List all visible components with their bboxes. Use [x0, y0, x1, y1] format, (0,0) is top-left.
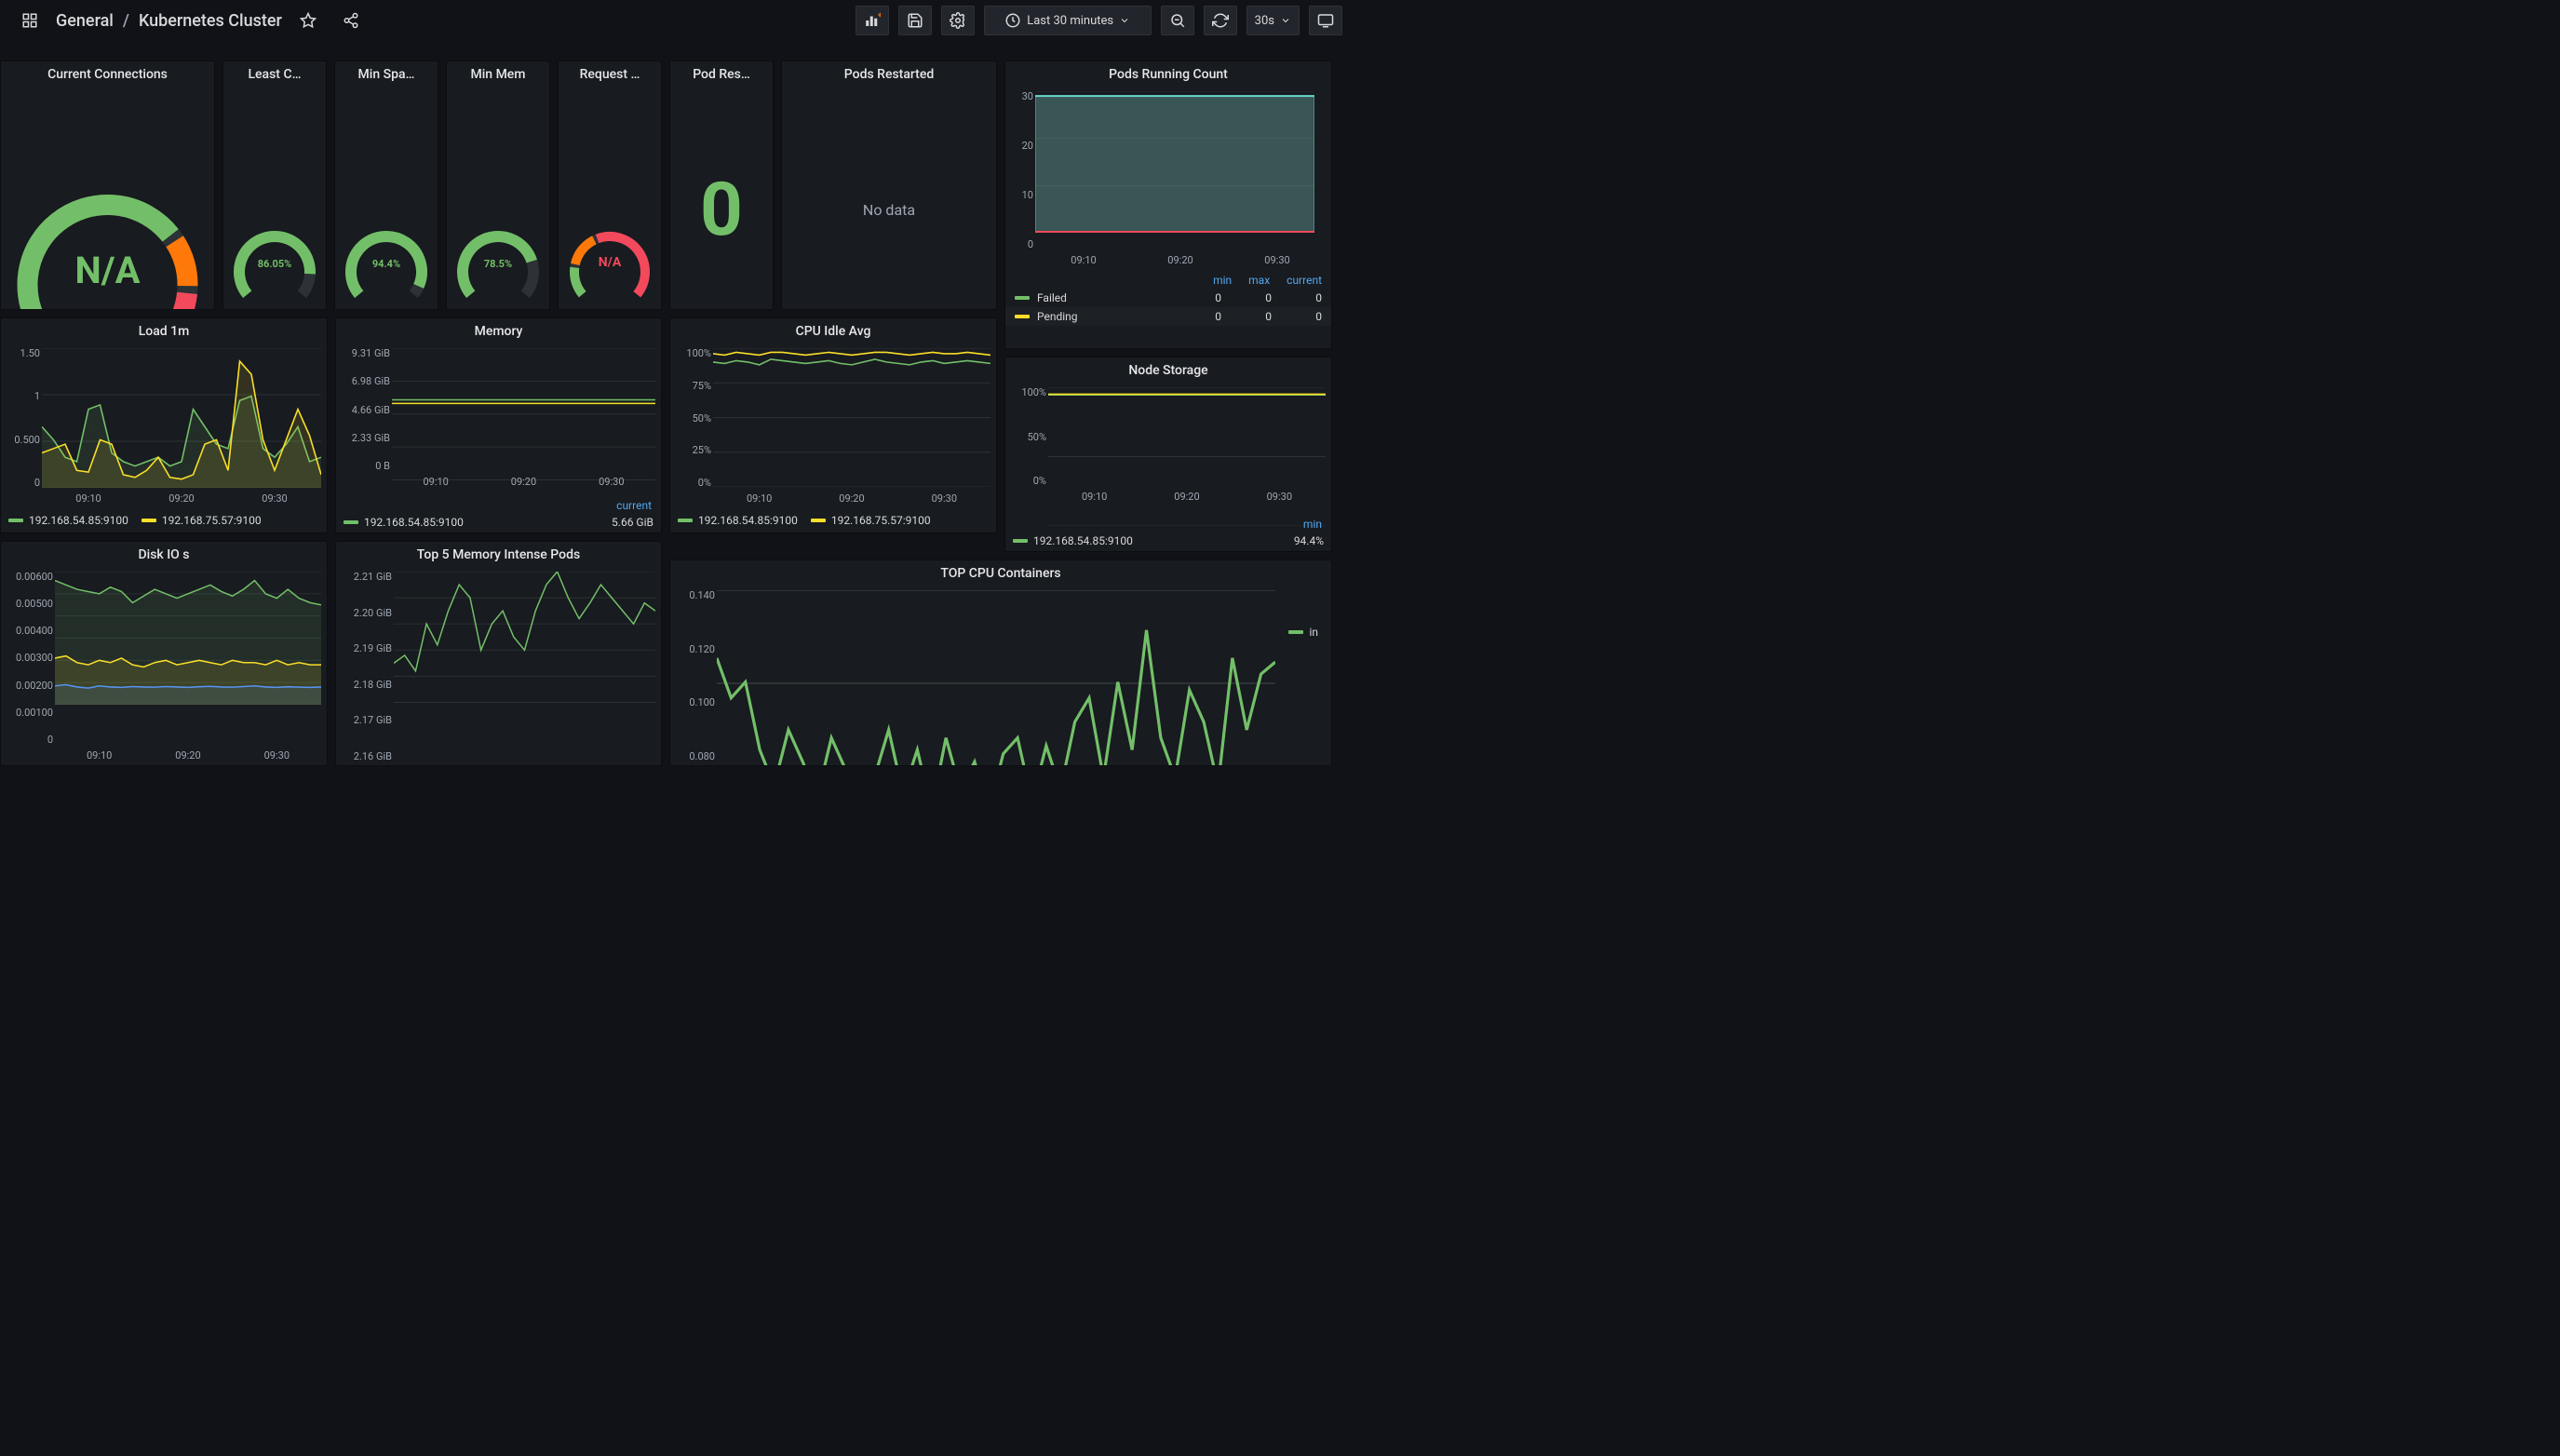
share-icon[interactable] [334, 6, 368, 35]
svg-text:+: + [878, 12, 881, 20]
panel-title: CPU Idle Avg [670, 318, 996, 341]
save-button[interactable] [898, 6, 932, 35]
panel-title: Min Mem [447, 61, 549, 84]
panel-least-cpu[interactable]: Least C… 86.05% [222, 61, 327, 310]
panel-current-connections[interactable]: Current Connections N/A [0, 61, 215, 310]
legend-item[interactable]: 192.168.54.85:9100 [344, 516, 464, 529]
star-icon[interactable] [291, 6, 325, 35]
refresh-button[interactable] [1204, 6, 1237, 35]
chevron-down-icon [1119, 15, 1130, 26]
panel-title: Request … [559, 61, 661, 84]
panel-title: Disk IO s [1, 542, 327, 564]
panel-load1m[interactable]: Load 1m 1.5010.5000 09:1009:2009:30 192.… [0, 317, 328, 533]
panel-title: Pod Res… [670, 61, 773, 84]
stat-value: 0 [700, 166, 743, 253]
panel-title: Pods Running Count [1005, 61, 1331, 84]
clock-icon [1004, 12, 1021, 29]
panel-title: Memory [336, 318, 661, 341]
time-range-label: Last 30 minutes [1027, 14, 1113, 28]
panel-cpu-idle[interactable]: CPU Idle Avg 100%75%50%25%0% 09:1009:200… [669, 317, 997, 533]
legend-item[interactable]: 192.168.75.57:9100 [141, 514, 262, 527]
time-range-picker[interactable]: Last 30 minutes [984, 6, 1152, 35]
panel-min-space[interactable]: Min Spa… 94.4% [334, 61, 438, 310]
dashboard-grid: Current Connections N/A Least C… 86.05% … [0, 51, 2560, 1456]
add-panel-button[interactable]: + [856, 6, 889, 35]
panel-title: TOP CPU Containers [670, 560, 1331, 583]
gauge-value: N/A [559, 255, 661, 270]
col-current[interactable]: current [1287, 274, 1322, 287]
legend-item[interactable]: 192.168.54.85:9100 [678, 514, 798, 527]
panel-pod-res[interactable]: Pod Res… 0 [669, 61, 774, 310]
gauge-value: 94.4% [335, 258, 438, 270]
breadcrumb-title[interactable]: Kubernetes Cluster [139, 11, 282, 31]
legend-item[interactable]: 192.168.54.85:9100 [8, 514, 128, 527]
panel-title: Least C… [223, 61, 326, 84]
col-min[interactable]: min [1303, 518, 1322, 531]
legend-item[interactable]: 192.168.75.57:9100 [811, 514, 931, 527]
refresh-interval-label: 30s [1255, 14, 1274, 28]
panel-memory[interactable]: Memory 9.31 GiB6.98 GiB4.66 GiB2.33 GiB0… [335, 317, 662, 533]
panel-title: Current Connections [1, 61, 214, 84]
panel-pods-running[interactable]: Pods Running Count 3020100 09:1009:2009:… [1004, 61, 1332, 349]
panel-node-storage[interactable]: Node Storage 100%50%0% 09:1009:2009:30 m… [1004, 357, 1332, 552]
panel-min-mem[interactable]: Min Mem 78.5% [446, 61, 550, 310]
panel-title: Node Storage [1005, 357, 1331, 380]
legend-item[interactable]: in [1288, 626, 1318, 639]
nodata-label: No data [863, 201, 915, 219]
legend-value: 94.4% [1294, 534, 1324, 547]
gauge-value: N/A [1, 249, 214, 292]
panel-title: Min Spa… [335, 61, 438, 84]
legend-item[interactable]: 192.168.54.85:9100 [1013, 534, 1133, 547]
legend-value: 5.66 GiB [612, 516, 653, 529]
gauge-value: 78.5% [447, 258, 549, 270]
panel-top-cpu[interactable]: TOP CPU Containers 0.1400.1200.1000.080 … [669, 559, 1332, 766]
panel-request-rt[interactable]: Request … N/A [558, 61, 662, 310]
chevron-down-icon [1280, 15, 1291, 26]
legend-row[interactable]: Failed000 [1005, 289, 1331, 307]
top-toolbar: General / Kubernetes Cluster + Last 30 m… [0, 0, 1355, 41]
gauge-value: 86.05% [223, 258, 326, 270]
panel-pods-restarted[interactable]: Pods Restarted No data [781, 61, 997, 310]
tv-mode-button[interactable] [1309, 6, 1342, 35]
panel-title: Top 5 Memory Intense Pods [336, 542, 661, 564]
breadcrumb-folder[interactable]: General [56, 11, 114, 31]
col-max[interactable]: max [1248, 274, 1270, 287]
settings-button[interactable] [941, 6, 975, 35]
legend-row[interactable]: Pending000 [1005, 307, 1331, 326]
panel-top-mem[interactable]: Top 5 Memory Intense Pods 2.21 GiB2.20 G… [335, 541, 662, 766]
legend-header: min max current [1005, 272, 1331, 289]
apps-icon[interactable] [13, 6, 47, 35]
refresh-interval-picker[interactable]: 30s [1246, 6, 1300, 35]
col-current[interactable]: current [616, 499, 652, 512]
panel-title: Load 1m [1, 318, 327, 341]
breadcrumb: General / Kubernetes Cluster [56, 11, 282, 31]
col-min[interactable]: min [1213, 274, 1232, 287]
zoom-out-button[interactable] [1161, 6, 1194, 35]
breadcrumb-sep: / [123, 11, 129, 31]
panel-title: Pods Restarted [782, 61, 996, 84]
panel-disk-io[interactable]: Disk IO s 0.006000.005000.004000.003000.… [0, 541, 328, 766]
